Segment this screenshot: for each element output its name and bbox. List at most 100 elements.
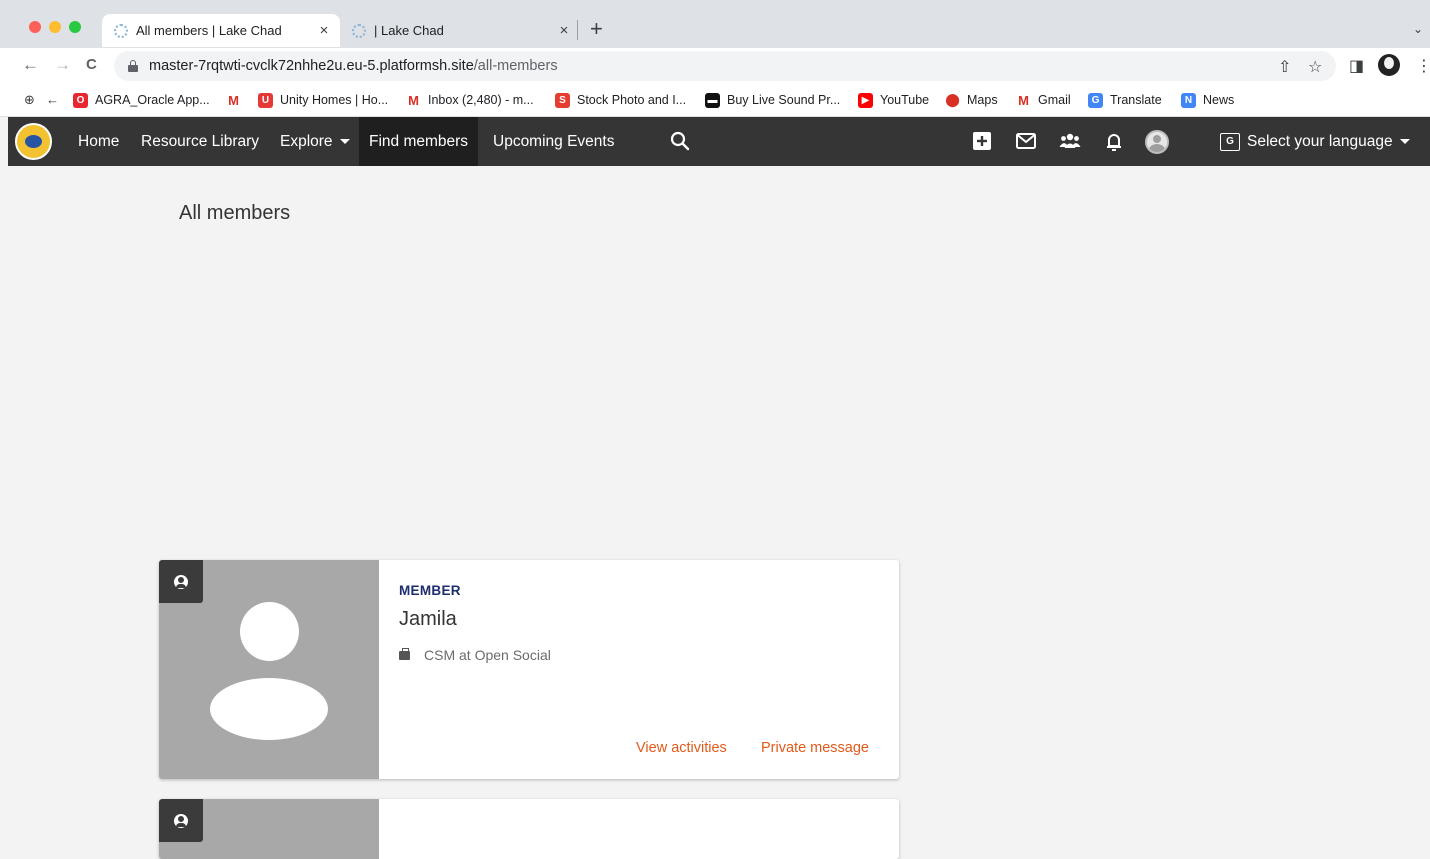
member-type-badge bbox=[159, 799, 203, 842]
reload-icon[interactable]: C bbox=[86, 55, 97, 75]
globe-icon[interactable]: ⊕ bbox=[24, 92, 35, 108]
avatar-placeholder-body bbox=[210, 678, 328, 740]
bookmark-item[interactable]: ▬ Buy Live Sound Pr... bbox=[705, 90, 840, 110]
bookmark-label: News bbox=[1203, 93, 1235, 107]
bell-icon[interactable] bbox=[1103, 130, 1125, 152]
browser-toolbar: ← → C master-7rqtwti-cvclk72nhhe2u.eu-5.… bbox=[0, 48, 1430, 84]
mail-icon[interactable] bbox=[1015, 130, 1037, 152]
translate-icon: G bbox=[1088, 92, 1103, 108]
bookmark-item[interactable]: M Inbox (2,480) - m... bbox=[406, 90, 534, 110]
bookmark-item[interactable]: N News bbox=[1181, 90, 1234, 110]
member-avatar-image[interactable] bbox=[159, 560, 379, 779]
youtube-icon: ▶ bbox=[858, 92, 873, 108]
url-host: master-7rqtwti-cvclk72nhhe2u.eu-5.platfo… bbox=[149, 58, 474, 74]
nav-resource-library[interactable]: Resource Library bbox=[141, 117, 259, 166]
bookmark-item[interactable]: ⬤ Maps bbox=[945, 90, 998, 110]
bookmark-label: Stock Photo and I... bbox=[577, 93, 687, 107]
caret-down-icon bbox=[1399, 139, 1410, 144]
tab-title: | Lake Chad bbox=[374, 23, 444, 38]
nav-explore[interactable]: Explore bbox=[280, 117, 350, 166]
maximize-window-button[interactable] bbox=[69, 21, 81, 33]
gmail-icon: M bbox=[406, 92, 421, 108]
browser-profile-avatar[interactable] bbox=[1378, 54, 1400, 76]
bookmark-label: Inbox (2,480) - m... bbox=[428, 93, 534, 107]
bookmark-item[interactable]: G Translate bbox=[1088, 90, 1162, 110]
forward-arrow-icon[interactable]: → bbox=[54, 55, 71, 75]
language-selector[interactable]: G Select your language bbox=[1220, 117, 1410, 166]
browser-chrome: All members | Lake Chad × | Lake Chad × … bbox=[0, 0, 1430, 117]
nav-explore-label: Explore bbox=[280, 132, 333, 150]
tab-close-icon[interactable]: × bbox=[554, 22, 574, 39]
private-message-link[interactable]: Private message bbox=[761, 740, 869, 756]
member-card: MEMBER Jamila CSM at Open Social View ac… bbox=[159, 560, 899, 779]
shield-icon: U bbox=[258, 92, 273, 108]
side-panel-icon[interactable]: ◨ bbox=[1349, 56, 1364, 76]
tab-search-chevron-icon[interactable]: ⌄ bbox=[1413, 22, 1423, 36]
nav-find-members[interactable]: Find members bbox=[359, 117, 479, 166]
member-card bbox=[159, 799, 899, 859]
avatar-placeholder-head bbox=[240, 602, 299, 661]
bookmark-label: Unity Homes | Ho... bbox=[280, 93, 389, 107]
gmail-icon: M bbox=[226, 92, 241, 108]
member-name[interactable]: Jamila bbox=[399, 608, 457, 631]
store-icon: ▬ bbox=[705, 92, 720, 108]
close-window-button[interactable] bbox=[29, 21, 41, 33]
browser-menu-icon[interactable]: ⋮ bbox=[1416, 56, 1430, 76]
tab-title: All members | Lake Chad bbox=[136, 23, 282, 38]
nav-home[interactable]: Home bbox=[78, 117, 119, 166]
maps-icon: ⬤ bbox=[945, 92, 960, 108]
share-icon[interactable]: ⇧ bbox=[1278, 57, 1291, 77]
bookmark-item[interactable]: M bbox=[226, 90, 248, 110]
stock-icon: S bbox=[555, 92, 570, 108]
bookmark-label: Translate bbox=[1110, 93, 1162, 107]
url-text: master-7rqtwti-cvclk72nhhe2u.eu-5.platfo… bbox=[149, 58, 558, 74]
minimize-window-button[interactable] bbox=[49, 21, 61, 33]
bookmarks-bar: ⊕ ← O AGRA_Oracle App... M U Unity Homes | H… bbox=[0, 84, 1430, 117]
tab-close-icon[interactable]: × bbox=[314, 22, 334, 39]
site-favicon-icon bbox=[352, 23, 366, 38]
bookmark-item[interactable]: U Unity Homes | Ho... bbox=[258, 90, 388, 110]
bookmark-label: Buy Live Sound Pr... bbox=[727, 93, 841, 107]
member-job-text: CSM at Open Social bbox=[424, 647, 551, 663]
back-bookmark-icon[interactable]: ← bbox=[46, 92, 59, 107]
bookmark-label: Gmail bbox=[1038, 93, 1071, 107]
oracle-icon: O bbox=[73, 92, 88, 108]
tab-separator bbox=[577, 20, 578, 40]
lock-icon[interactable] bbox=[128, 60, 138, 72]
gmail-icon: M bbox=[1016, 92, 1031, 108]
browser-tab-all-members[interactable]: All members | Lake Chad × bbox=[102, 14, 340, 47]
groups-icon[interactable] bbox=[1059, 130, 1081, 152]
bookmark-item[interactable]: O AGRA_Oracle App... bbox=[73, 90, 210, 110]
page-title: All members bbox=[179, 202, 291, 224]
search-icon[interactable] bbox=[669, 130, 691, 152]
site-favicon-icon bbox=[114, 23, 128, 38]
language-selector-label: Select your language bbox=[1247, 132, 1393, 150]
new-tab-button[interactable]: + bbox=[590, 17, 603, 41]
url-path: /all-members bbox=[473, 58, 558, 74]
create-plus-icon[interactable] bbox=[971, 130, 993, 152]
bookmark-item[interactable]: ▶ YouTube bbox=[858, 90, 929, 110]
member-job: CSM at Open Social bbox=[399, 647, 551, 663]
member-type-badge bbox=[159, 560, 203, 603]
bookmark-item[interactable]: M Gmail bbox=[1016, 90, 1071, 110]
bookmark-label: Maps bbox=[967, 93, 998, 107]
briefcase-icon bbox=[399, 647, 410, 660]
view-activities-link[interactable]: View activities bbox=[636, 740, 727, 756]
site-logo[interactable] bbox=[15, 123, 52, 160]
news-icon: N bbox=[1181, 92, 1196, 108]
caret-down-icon bbox=[339, 139, 350, 144]
user-avatar[interactable] bbox=[1145, 130, 1169, 154]
site-navbar: Home Resource Library Explore Find membe… bbox=[8, 117, 1430, 166]
bookmark-item[interactable]: S Stock Photo and I... bbox=[555, 90, 686, 110]
user-circle-icon bbox=[174, 574, 188, 589]
nav-upcoming-events[interactable]: Upcoming Events bbox=[493, 117, 614, 166]
back-arrow-icon[interactable]: ← bbox=[22, 55, 39, 75]
address-bar[interactable]: master-7rqtwti-cvclk72nhhe2u.eu-5.platfo… bbox=[114, 51, 1336, 81]
user-circle-icon bbox=[174, 813, 188, 828]
bookmark-star-icon[interactable]: ☆ bbox=[1308, 57, 1322, 77]
bookmark-label: YouTube bbox=[880, 93, 930, 107]
member-avatar-image[interactable] bbox=[159, 799, 379, 859]
google-translate-icon: G bbox=[1220, 132, 1240, 151]
browser-tab-lake-chad[interactable]: | Lake Chad × bbox=[344, 14, 580, 47]
member-role: MEMBER bbox=[399, 583, 461, 598]
